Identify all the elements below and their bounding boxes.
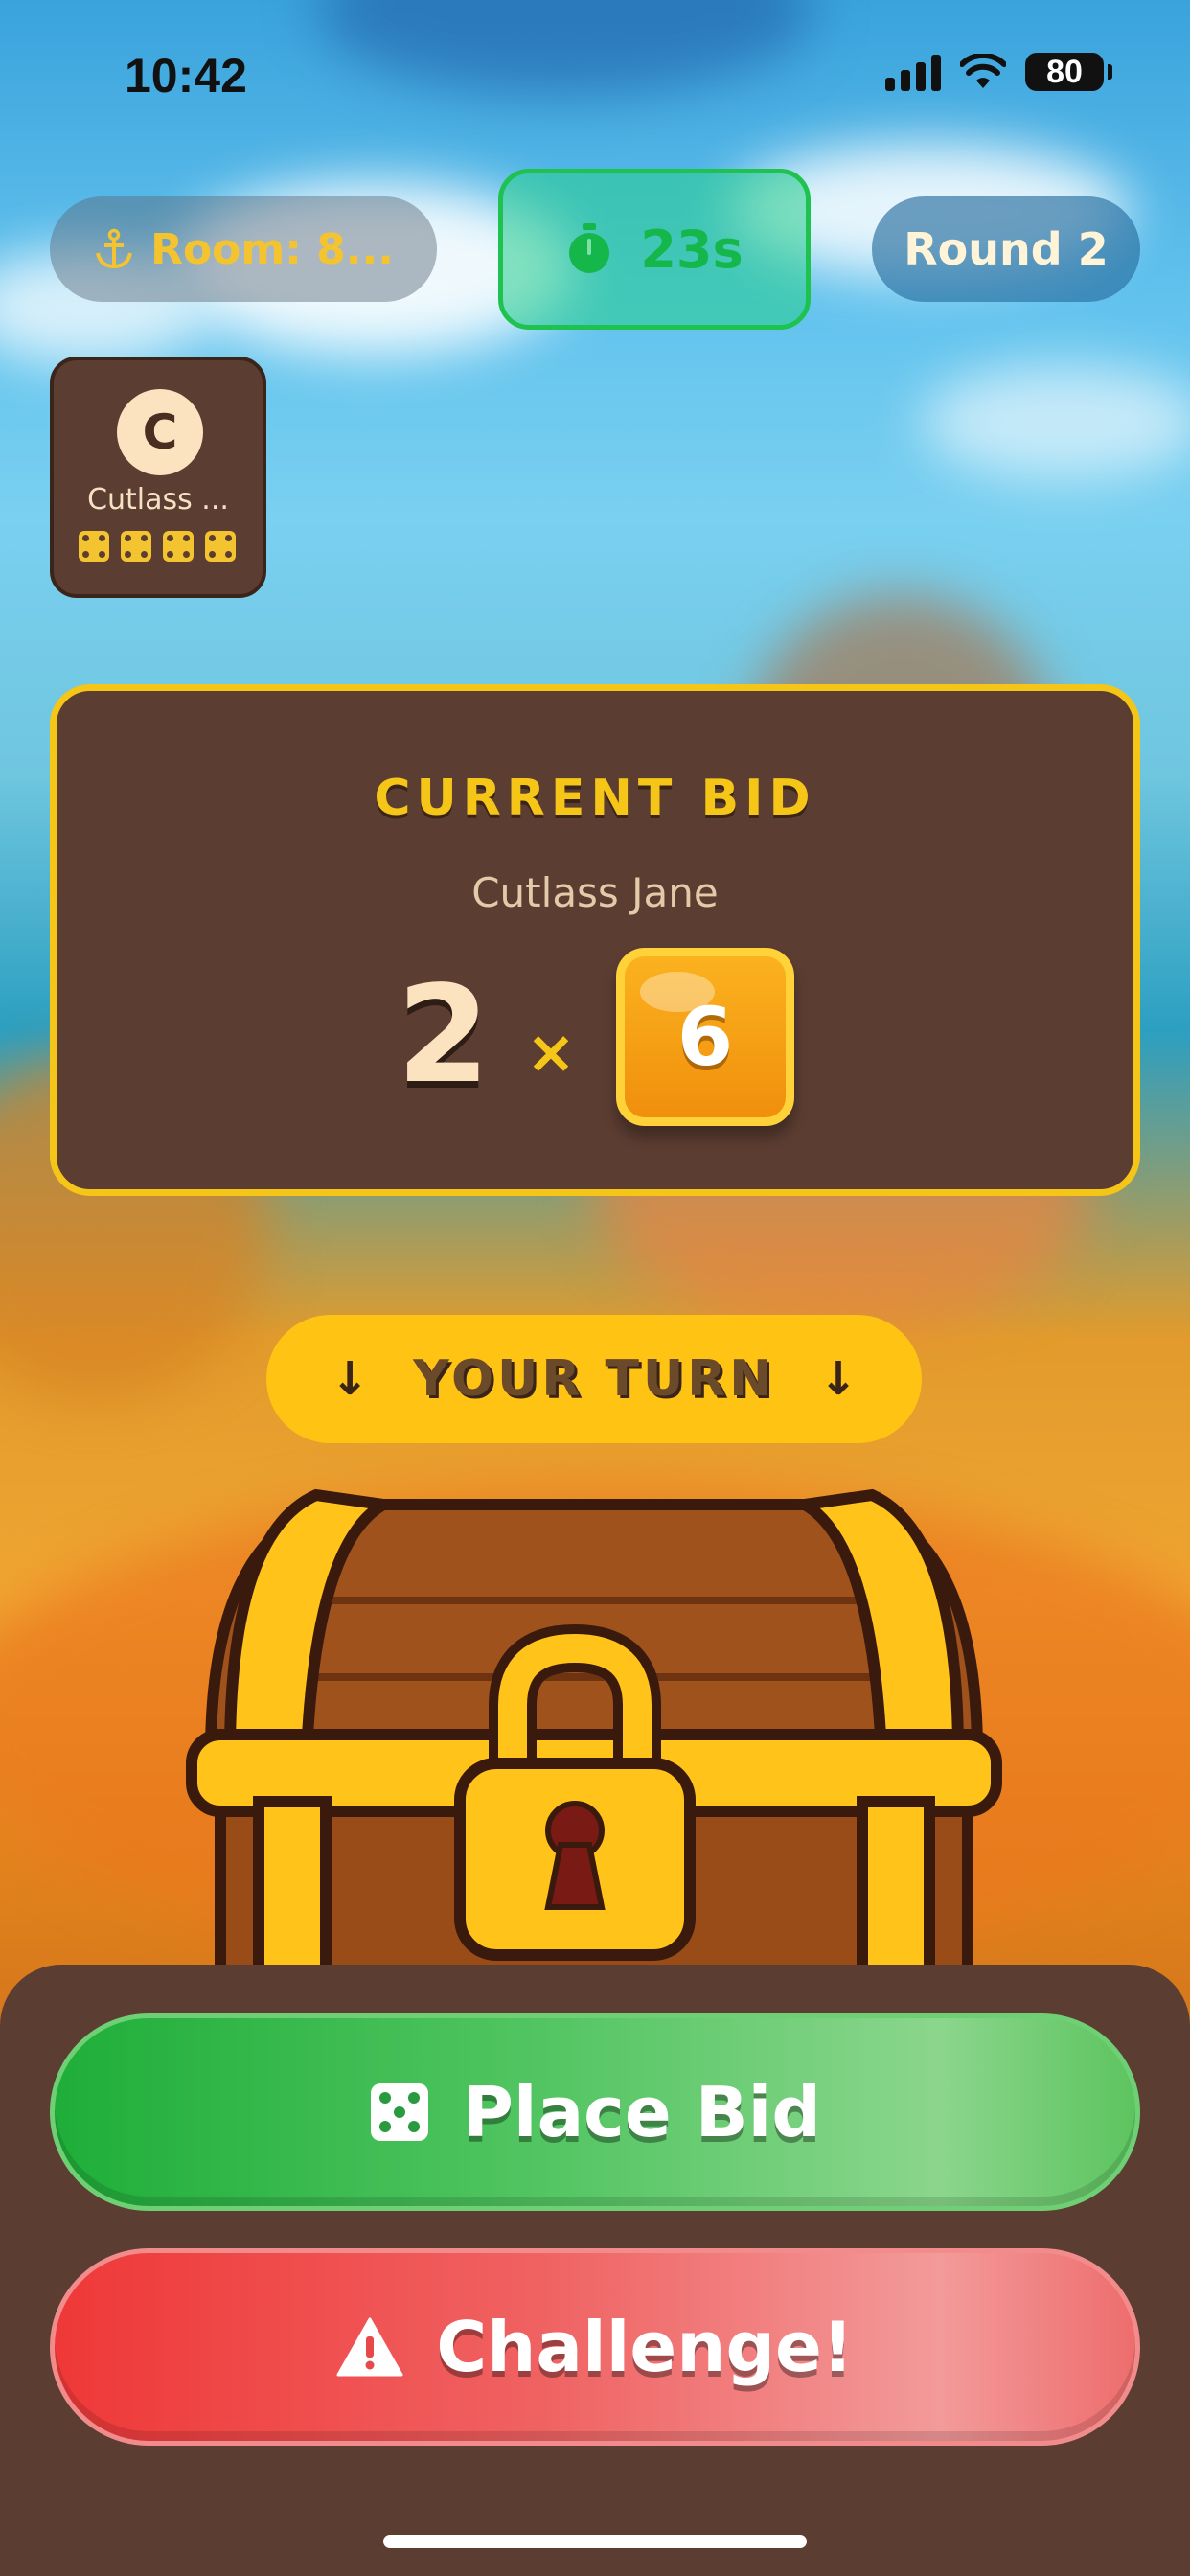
arrow-down-icon: ↓	[330, 1352, 370, 1406]
challenge-button[interactable]: Challenge!	[50, 2248, 1140, 2446]
warning-icon	[336, 2317, 403, 2377]
round-label: Round 2	[904, 223, 1109, 275]
hidden-die-icon	[205, 531, 236, 562]
opponent-name: Cutlass ...	[87, 483, 229, 517]
home-indicator[interactable]	[383, 2535, 807, 2548]
turn-timer: 23s	[498, 169, 811, 330]
treasure-chest-icon[interactable]	[172, 1476, 1016, 1974]
cellular-signal-icon	[885, 53, 941, 91]
hidden-die-icon	[121, 531, 151, 562]
your-turn-banner: ↓ YOUR TURN ↓	[266, 1315, 922, 1443]
avatar: C	[117, 389, 203, 475]
bid-face-value: 6	[676, 990, 734, 1084]
current-bid-panel: CURRENT BID Cutlass Jane 2 × 6	[50, 684, 1140, 1196]
challenge-label: Challenge!	[436, 2307, 854, 2387]
current-bid-title: CURRENT BID	[374, 770, 816, 827]
timer-value: 23s	[640, 218, 744, 280]
opponent-card[interactable]: C Cutlass ...	[50, 356, 266, 598]
hidden-die-icon	[163, 531, 194, 562]
status-time: 10:42	[125, 49, 247, 103]
opponent-dice	[79, 531, 236, 562]
place-bid-button[interactable]: Place Bid	[50, 2013, 1140, 2211]
status-icons: 80	[885, 53, 1112, 91]
wifi-icon	[960, 54, 1006, 88]
anchor-icon	[96, 228, 133, 269]
round-badge: Round 2	[872, 196, 1140, 302]
room-label: Room: 8...	[150, 224, 394, 274]
hidden-die-icon	[79, 531, 109, 562]
place-bid-label: Place Bid	[463, 2072, 821, 2152]
multiply-sign: ×	[526, 1017, 576, 1087]
dice-icon	[371, 2083, 429, 2141]
your-turn-label: YOUR TURN	[413, 1350, 775, 1408]
room-badge[interactable]: Room: 8...	[50, 196, 437, 302]
stopwatch-icon	[569, 223, 610, 273]
battery-indicator: 80	[1025, 53, 1112, 91]
bidder-name: Cutlass Jane	[471, 869, 719, 916]
bid-die-face: 6	[616, 948, 794, 1126]
arrow-down-icon: ↓	[818, 1352, 858, 1406]
bid-quantity: 2	[397, 957, 491, 1114]
